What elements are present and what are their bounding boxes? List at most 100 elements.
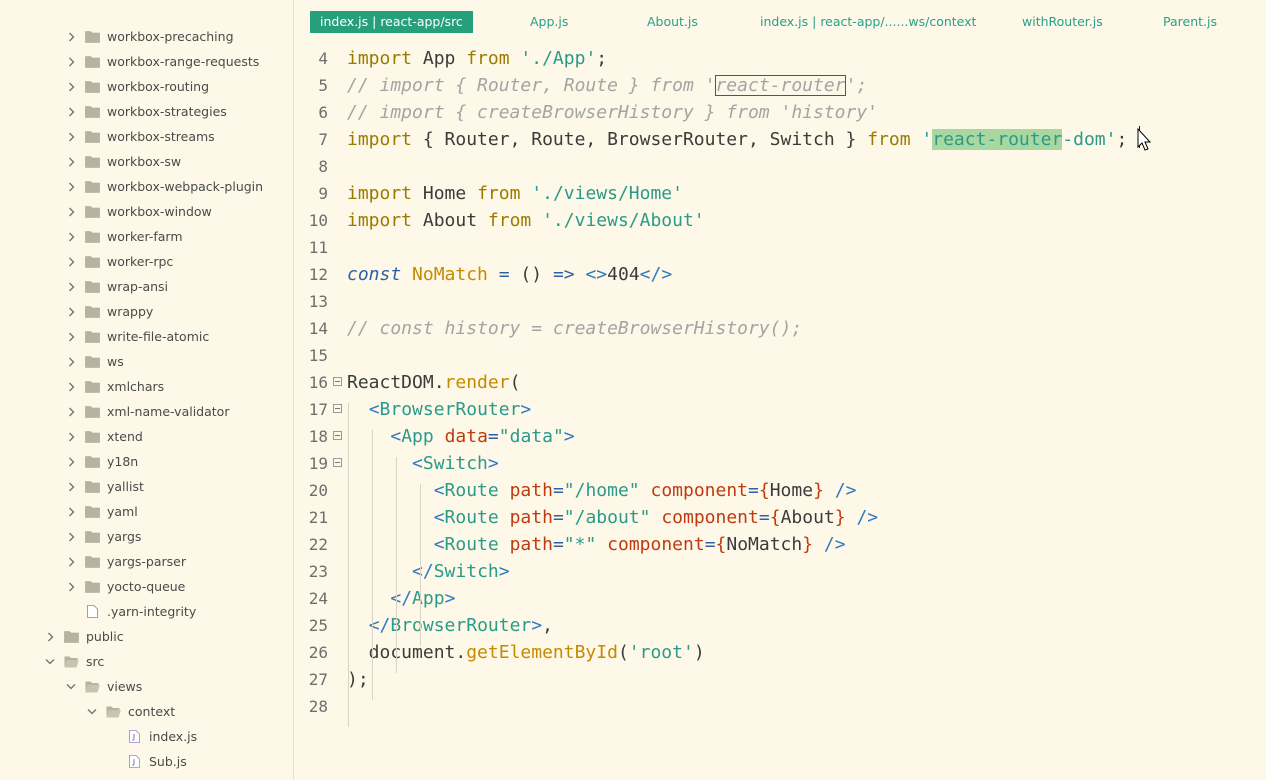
fold-toggle-icon[interactable] — [333, 404, 342, 413]
chevron-right-icon[interactable] — [66, 156, 76, 168]
tree-item-worker-rpc[interactable]: worker-rpc — [0, 249, 293, 274]
tree-item-context[interactable]: context — [0, 699, 293, 724]
chevron-down-icon[interactable] — [45, 656, 55, 668]
tab-about-js[interactable]: About.js — [647, 11, 698, 33]
tree-item-src[interactable]: src — [0, 649, 293, 674]
fold-toggle-icon[interactable] — [333, 431, 342, 440]
tab-index-js-react-app-src[interactable]: index.js | react-app/src — [310, 11, 473, 33]
chevron-right-icon[interactable] — [66, 556, 76, 568]
chevron-right-icon[interactable] — [66, 306, 76, 318]
tree-item-index-js[interactable]: index.js — [0, 724, 293, 749]
chevron-right-icon[interactable] — [66, 456, 76, 468]
code-line[interactable]: 20 <Route path="/home" component={Home} … — [294, 477, 1266, 504]
chevron-right-icon[interactable] — [66, 231, 76, 243]
tree-item-workbox-webpack-plugin[interactable]: workbox-webpack-plugin — [0, 174, 293, 199]
chevron-down-icon[interactable] — [87, 706, 97, 718]
tree-item-workbox-window[interactable]: workbox-window — [0, 199, 293, 224]
chevron-right-icon[interactable] — [66, 381, 76, 393]
chevron-right-icon[interactable] — [66, 81, 76, 93]
chevron-right-icon[interactable] — [66, 181, 76, 193]
tree-item-xmlchars[interactable]: xmlchars — [0, 374, 293, 399]
tree-item-label: ws — [107, 354, 124, 369]
chevron-right-icon[interactable] — [66, 331, 76, 343]
code-line[interactable]: 6 // import { createBrowserHistory } from… — [294, 99, 1266, 126]
tree-item-workbox-streams[interactable]: workbox-streams — [0, 124, 293, 149]
chevron-right-icon[interactable] — [66, 131, 76, 143]
code-token: > — [563, 426, 575, 447]
tree-item-yargs[interactable]: yargs — [0, 524, 293, 549]
code-line[interactable]: 28 — [294, 693, 1266, 720]
chevron-right-icon[interactable] — [66, 431, 76, 443]
chevron-right-icon[interactable] — [66, 506, 76, 518]
chevron-right-icon[interactable] — [66, 31, 76, 43]
folder-icon — [85, 280, 100, 293]
tree-item-xml-name-validator[interactable]: xml-name-validator — [0, 399, 293, 424]
code-line[interactable]: 7 import { Router, Route, BrowserRouter, … — [294, 126, 1266, 153]
code-line[interactable]: 5 // import { Router, Route } from 'react… — [294, 72, 1266, 99]
tree-item-y18n[interactable]: y18n — [0, 449, 293, 474]
chevron-right-icon[interactable] — [66, 481, 76, 493]
fold-toggle-icon[interactable] — [333, 458, 342, 467]
code-line[interactable]: 14 // const history = createBrowserHistor… — [294, 315, 1266, 342]
chevron-right-icon[interactable] — [45, 631, 55, 643]
tree-item-yarn-integrity[interactable]: .yarn-integrity — [0, 599, 293, 624]
code-line[interactable]: 12 const NoMatch = () => <>404</> — [294, 261, 1266, 288]
tree-item-wrappy[interactable]: wrappy — [0, 299, 293, 324]
code-line[interactable]: 24 </App> — [294, 585, 1266, 612]
tree-item-views[interactable]: views — [0, 674, 293, 699]
line-number: 5 — [318, 76, 328, 95]
tree-item-workbox-precaching[interactable]: workbox-precaching — [0, 24, 293, 49]
code-line[interactable]: 21 <Route path="/about" component={About… — [294, 504, 1266, 531]
tab-parent-js[interactable]: Parent.js — [1163, 11, 1217, 33]
chevron-right-icon[interactable] — [66, 56, 76, 68]
code-line[interactable]: 26 document.getElementById('root') — [294, 639, 1266, 666]
code-line[interactable]: 11 — [294, 234, 1266, 261]
tree-item-yargs-parser[interactable]: yargs-parser — [0, 549, 293, 574]
tree-item-public[interactable]: public — [0, 624, 293, 649]
tree-item-workbox-range-requests[interactable]: workbox-range-requests — [0, 49, 293, 74]
code-line[interactable]: 13 — [294, 288, 1266, 315]
code-line[interactable]: 10 import About from './views/About' — [294, 207, 1266, 234]
tree-item-yocto-queue[interactable]: yocto-queue — [0, 574, 293, 599]
tab-withrouter-js[interactable]: withRouter.js — [1022, 11, 1103, 33]
code-line[interactable]: 9 import Home from './views/Home' — [294, 180, 1266, 207]
code-line[interactable]: 4 import App from './App'; — [294, 45, 1266, 72]
tree-item-workbox-routing[interactable]: workbox-routing — [0, 74, 293, 99]
tree-item-write-file-atomic[interactable]: write-file-atomic — [0, 324, 293, 349]
tree-item-sub-js[interactable]: Sub.js — [0, 749, 293, 774]
code-line[interactable]: 18 <App data="data"> — [294, 423, 1266, 450]
code-line[interactable]: 27); — [294, 666, 1266, 693]
code-line[interactable]: 19 <Switch> — [294, 450, 1266, 477]
tree-item-yallist[interactable]: yallist — [0, 474, 293, 499]
fold-toggle-icon[interactable] — [333, 377, 342, 386]
tree-item-wrap-ansi[interactable]: wrap-ansi — [0, 274, 293, 299]
line-number: 12 — [308, 265, 328, 284]
chevron-right-icon[interactable] — [66, 531, 76, 543]
tab-index-js-react-app-ws-context[interactable]: index.js | react-app/......ws/context — [760, 11, 976, 33]
chevron-right-icon[interactable] — [66, 406, 76, 418]
chevron-right-icon[interactable] — [66, 106, 76, 118]
code-line[interactable]: 25 </BrowserRouter>, — [294, 612, 1266, 639]
folder-icon — [85, 455, 100, 468]
tree-item-worker-farm[interactable]: worker-farm — [0, 224, 293, 249]
tree-item-xtend[interactable]: xtend — [0, 424, 293, 449]
chevron-right-icon[interactable] — [66, 206, 76, 218]
chevron-down-icon[interactable] — [66, 681, 76, 693]
code-line[interactable]: 22 <Route path="*" component={NoMatch} /… — [294, 531, 1266, 558]
tab-app-js[interactable]: App.js — [530, 11, 568, 33]
chevron-right-icon[interactable] — [66, 256, 76, 268]
code-line[interactable]: 23 </Switch> — [294, 558, 1266, 585]
code-line[interactable]: 15 — [294, 342, 1266, 369]
chevron-right-icon[interactable] — [66, 356, 76, 368]
code-line[interactable]: 16 ReactDOM.render( — [294, 369, 1266, 396]
tree-item-workbox-strategies[interactable]: workbox-strategies — [0, 99, 293, 124]
chevron-right-icon[interactable] — [66, 281, 76, 293]
code-line[interactable]: 8 — [294, 153, 1266, 180]
code-line[interactable]: 17 <BrowserRouter> — [294, 396, 1266, 423]
tree-item-yaml[interactable]: yaml — [0, 499, 293, 524]
code-text: </BrowserRouter>, — [347, 612, 553, 639]
tree-item-ws[interactable]: ws — [0, 349, 293, 374]
tree-item-workbox-sw[interactable]: workbox-sw — [0, 149, 293, 174]
code-editor[interactable]: 4 import App from './App'; 5 // import { Ro… — [294, 44, 1266, 780]
chevron-right-icon[interactable] — [66, 581, 76, 593]
